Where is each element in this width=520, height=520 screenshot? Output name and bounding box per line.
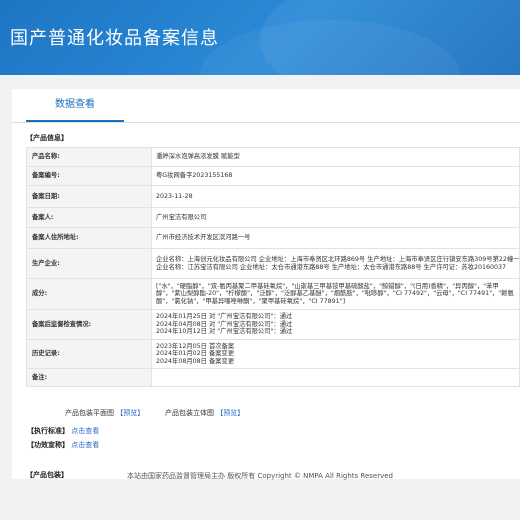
efficacy-section-title: 【功效宣称】 [27, 441, 69, 449]
table-row: 备案日期: 2023-11-28 [26, 185, 520, 208]
row-value-manufacturer: 企业名称：上海创元化妆品有限公司 企业地址：上海市奉贤区北环路869号 生产地址… [151, 248, 520, 279]
table-row: 备注: [26, 368, 520, 387]
product-info-table: 产品名称: 潘婷深水泡弹高浓发膜 赋能型 备案编号: 粤G妆网备字2023155… [26, 147, 520, 387]
history-line: 2024年08月08日 备案变更 [156, 357, 235, 365]
efficacy-view-link[interactable]: 点击查看 [71, 441, 99, 449]
table-row: 生产企业: 企业名称：上海创元化妆品有限公司 企业地址：上海市奉贤区北环路869… [26, 248, 520, 279]
manufacturer-line: 企业名称：江苏宝洁有限公司 企业地址：太仓市通港东路88号 生产地址：太仓市通港… [156, 263, 507, 271]
row-value-registrant-address: 广州市经济技术开发区滨河路一号 [151, 227, 520, 249]
packaging-solid-row: 产品包装立体图 【预览】 [165, 408, 244, 418]
row-label-registrant-address: 备案人住所地址: [26, 227, 152, 249]
standard-row: 【执行标准】 点击查看 [27, 426, 99, 436]
tab-data-view[interactable]: 数据查看 [26, 89, 124, 122]
tab-bar: 数据查看 [12, 89, 520, 123]
table-row: 备案编号: 粤G妆网备字2023155168 [26, 166, 520, 186]
ingredients-line: 酸"，"氯化钠"，"甲基异噻唑啉酮"，"聚甲基硅氧烷"，"CI 77891"] [156, 297, 346, 305]
site-footer: 本站由国家药品监督管理局主办 版权所有 Copyright © NMPA All… [127, 472, 393, 480]
row-value-history: 2023年12月05日 首次备案 2024年01月02日 备案变更 2024年0… [151, 339, 520, 369]
packaging-flat-row: 产品包装平面图 【预览】 [65, 408, 144, 418]
site-header: 国产普通化妆品备案信息 [0, 0, 520, 75]
product-info-section-title: 【产品信息】 [26, 134, 68, 142]
row-label-manufacturer: 生产企业: [26, 248, 152, 279]
row-label-inspection: 备案后监督检查情况: [26, 309, 152, 340]
table-row: 成分: ["水"，"硬脂醇"，"双-氨丙基聚二甲基硅氧烷"，"山嵛基三甲基铵甲基… [26, 278, 520, 310]
page-title: 国产普通化妆品备案信息 [10, 28, 219, 49]
inspection-line: 2024年10月12日 对 "广州宝洁有限公司"：通过 [156, 328, 293, 336]
packaging-flat-label: 产品包装平面图 [65, 409, 114, 417]
row-label-remarks: 备注: [26, 368, 152, 387]
table-row: 备案人: 广州宝洁有限公司 [26, 207, 520, 228]
row-value-inspection: 2024年01月25日 对 "广州宝洁有限公司"：通过 2024年04月08日 … [151, 309, 520, 340]
manufacturer-line: 企业名称：上海创元化妆品有限公司 企业地址：上海市奉贤区北环路869号 生产地址… [156, 256, 520, 263]
row-value-ingredients: ["水"，"硬脂醇"，"双-氨丙基聚二甲基硅氧烷"，"山嵛基三甲基铵甲基硫酸盐"… [151, 278, 520, 310]
row-label-registrant: 备案人: [26, 207, 152, 228]
efficacy-row: 【功效宣称】 点击查看 [27, 440, 99, 450]
content-panel: 数据查看 【产品信息】 产品名称: 潘婷深水泡弹高浓发膜 赋能型 备案编号: 粤… [12, 89, 520, 479]
standard-view-link[interactable]: 点击查看 [71, 427, 99, 435]
row-label-product-name: 产品名称: [26, 147, 152, 167]
row-label-history: 历史记录: [26, 339, 152, 369]
table-row: 备案后监督检查情况: 2024年01月25日 对 "广州宝洁有限公司"：通过 2… [26, 309, 520, 340]
table-row: 备案人住所地址: 广州市经济技术开发区滨河路一号 [26, 227, 520, 249]
history-line: 2024年01月02日 备案变更 [156, 350, 235, 358]
inspection-line: 2024年01月25日 对 "广州宝洁有限公司"：通过 [156, 313, 293, 321]
row-value-registration-number: 粤G妆网备字2023155168 [151, 166, 520, 186]
packaging-flat-preview-link[interactable]: 【预览】 [116, 409, 144, 417]
row-value-registration-date: 2023-11-28 [151, 185, 520, 208]
row-value-remarks [151, 368, 520, 387]
row-label-registration-date: 备案日期: [26, 185, 152, 208]
packaging-solid-label: 产品包装立体图 [165, 409, 214, 417]
row-label-ingredients: 成分: [26, 278, 152, 310]
standard-section-title: 【执行标准】 [27, 427, 69, 435]
packaging-solid-preview-link[interactable]: 【预览】 [216, 409, 244, 417]
ingredients-line: 醇"，"紫山梨醇酯-20"，"柠檬酸"，"泛醇"，"泛醇基乙基醚"，"烟酰胺"，… [156, 290, 514, 298]
row-label-registration-number: 备案编号: [26, 166, 152, 186]
table-row: 产品名称: 潘婷深水泡弹高浓发膜 赋能型 [26, 147, 520, 167]
row-value-product-name: 潘婷深水泡弹高浓发膜 赋能型 [151, 147, 520, 167]
row-value-registrant: 广州宝洁有限公司 [151, 207, 520, 228]
main-area: 数据查看 【产品信息】 产品名称: 潘婷深水泡弹高浓发膜 赋能型 备案编号: 粤… [0, 75, 520, 520]
table-row: 历史记录: 2023年12月05日 首次备案 2024年01月02日 备案变更 … [26, 339, 520, 369]
